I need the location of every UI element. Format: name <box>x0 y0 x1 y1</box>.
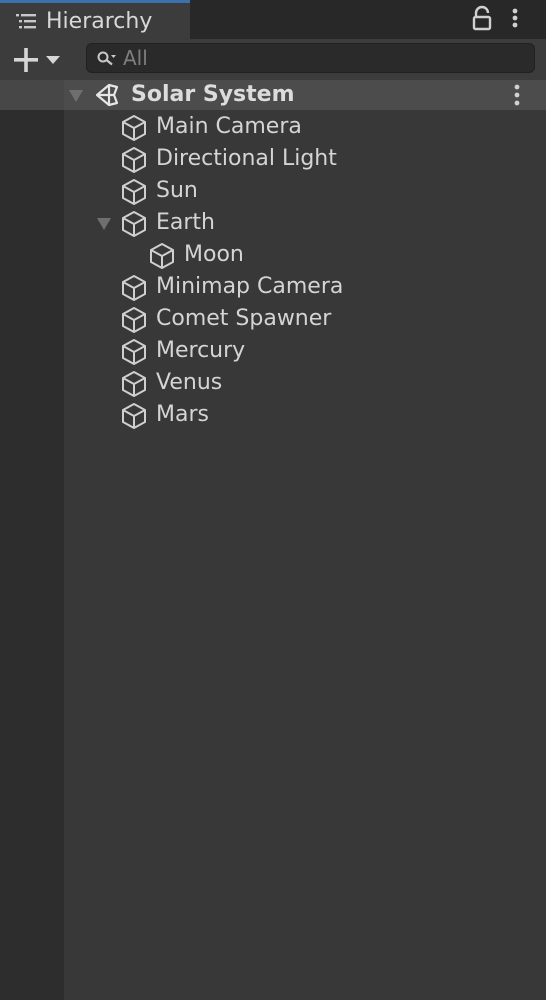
search-field[interactable] <box>86 43 535 73</box>
tab-bar: Hierarchy <box>0 0 546 39</box>
item-label: Minimap Camera <box>156 274 344 299</box>
item-label: Venus <box>156 370 223 395</box>
list-item-venus[interactable]: Venus <box>0 368 546 400</box>
scene-more-options-icon[interactable] <box>508 83 526 107</box>
gameobject-cube-icon <box>122 307 146 333</box>
list-item-mercury[interactable]: Mercury <box>0 336 546 368</box>
fold-arrow-icon[interactable] <box>96 217 112 231</box>
item-label: Mercury <box>156 338 246 363</box>
tab-title: Hierarchy <box>46 9 153 34</box>
item-label: Earth <box>156 210 215 235</box>
hierarchy-toolbar <box>0 39 546 81</box>
scene-row-gutter <box>0 80 64 110</box>
gameobject-cube-icon <box>122 147 146 173</box>
fold-arrow-icon[interactable] <box>68 89 84 103</box>
plus-icon <box>14 48 38 72</box>
item-label: Main Camera <box>156 114 302 139</box>
hierarchy-window: Hierarchy All Solar System Main Camera D… <box>0 0 546 1000</box>
list-item-earth[interactable]: Earth <box>0 208 546 240</box>
item-label: Sun <box>156 178 198 203</box>
gameobject-cube-icon <box>150 243 174 269</box>
scene-name: Solar System <box>131 82 295 107</box>
scene-row-solar-system[interactable]: Solar System <box>0 80 546 110</box>
search-icon <box>97 51 116 66</box>
chevron-down-icon <box>46 56 60 64</box>
gameobject-cube-icon <box>122 275 146 301</box>
add-object-button[interactable] <box>10 45 66 75</box>
gameobject-cube-icon <box>122 403 146 429</box>
search-input[interactable] <box>123 45 523 71</box>
list-item-sun[interactable]: Sun <box>0 176 546 208</box>
list-item-comet-spawner[interactable]: Comet Spawner <box>0 304 546 336</box>
item-label: Comet Spawner <box>156 306 332 331</box>
item-label: Moon <box>184 242 244 267</box>
tab-hierarchy[interactable]: Hierarchy <box>0 0 190 39</box>
hierarchy-list-icon <box>16 14 36 29</box>
gameobject-cube-icon <box>122 339 146 365</box>
lock-icon[interactable] <box>470 5 494 31</box>
more-options-icon[interactable] <box>506 5 524 31</box>
list-item-minimap-camera[interactable]: Minimap Camera <box>0 272 546 304</box>
list-item-directional-light[interactable]: Directional Light <box>0 144 546 176</box>
gameobject-cube-icon <box>122 211 146 237</box>
unity-logo-icon <box>95 83 119 107</box>
list-item-main-camera[interactable]: Main Camera <box>0 112 546 144</box>
item-label: Mars <box>156 402 209 427</box>
gameobject-cube-icon <box>122 371 146 397</box>
item-label: Directional Light <box>156 146 337 171</box>
list-item-moon[interactable]: Moon <box>0 240 546 272</box>
list-item-mars[interactable]: Mars <box>0 400 546 432</box>
gameobject-cube-icon <box>122 115 146 141</box>
gameobject-cube-icon <box>122 179 146 205</box>
